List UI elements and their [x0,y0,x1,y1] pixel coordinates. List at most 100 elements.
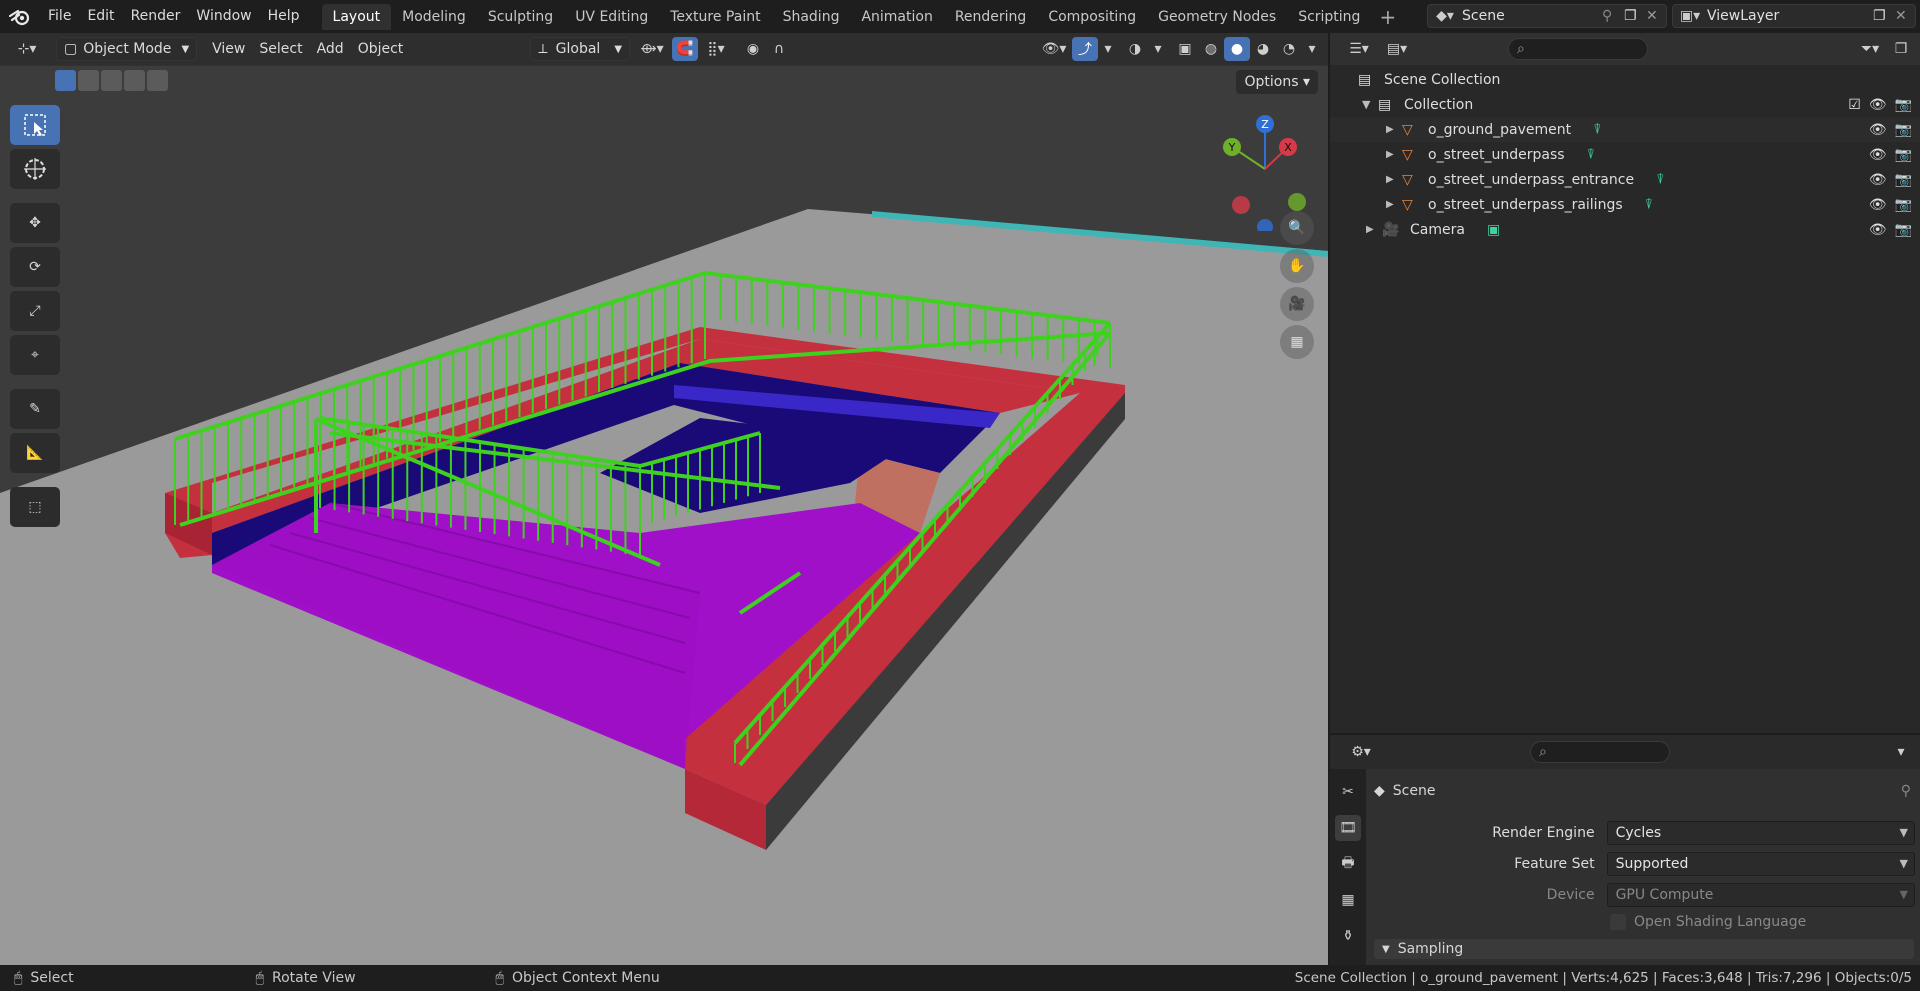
outliner-search-input[interactable]: ⌕ [1508,38,1648,60]
expand-arrow-icon[interactable]: ▼ [1362,98,1378,111]
menu-window[interactable]: Window [188,0,259,33]
tab-texture-paint[interactable]: Texture Paint [659,4,771,30]
menu-file[interactable]: File [40,0,79,33]
chevron-down-icon[interactable]: ▾ [1302,37,1322,61]
tab-shading[interactable]: Shading [772,4,851,30]
render-camera-icon[interactable]: 📷 [1895,197,1912,213]
chevron-down-icon[interactable]: ▾ [1098,37,1118,61]
eye-icon[interactable]: 👁 [1869,172,1887,188]
select-new-icon[interactable] [55,70,76,91]
new-scene-icon[interactable]: ❐ [1624,8,1646,24]
expand-arrow-icon[interactable]: ▶ [1366,224,1382,235]
select-intersect-icon[interactable] [147,70,168,91]
properties-editor-icon[interactable]: ⚙▾ [1342,740,1380,764]
eye-icon[interactable]: 👁 [1869,97,1887,113]
snap-toggle-icon[interactable]: 🧲 [672,37,699,61]
properties-search-input[interactable]: ⌕ [1530,741,1670,763]
eye-icon[interactable]: 👁 [1869,147,1887,163]
tab-animation[interactable]: Animation [850,4,943,30]
navigation-gizmo[interactable]: Z Y X [1218,111,1328,235]
proportional-edit-icon[interactable]: ◉ [740,37,766,61]
outliner-row-scene-collection[interactable]: ▤ Scene Collection [1330,67,1920,92]
pan-hand-icon[interactable]: ✋ [1280,249,1314,283]
material-shading-icon[interactable]: ◕ [1250,37,1276,61]
rendered-shading-icon[interactable]: ◔ [1276,37,1302,61]
sampling-panel-header[interactable]: ▼ Sampling [1374,939,1914,959]
render-camera-icon[interactable]: 📷 [1895,97,1912,113]
expand-arrow-icon[interactable]: ▶ [1386,124,1402,135]
tab-uv-editing[interactable]: UV Editing [564,4,659,30]
options-button[interactable]: Options ▾ [1236,70,1318,94]
expand-arrow-icon[interactable]: ▶ [1386,149,1402,160]
cursor-tool-icon[interactable] [10,149,60,189]
xray-icon[interactable]: ▣ [1172,37,1198,61]
menu-select[interactable]: Select [252,37,309,61]
mode-selector[interactable]: ▢ Object Mode ▼ [56,37,198,61]
menu-edit[interactable]: Edit [79,0,122,33]
eye-icon[interactable]: 👁 [1869,197,1887,213]
feature-set-select[interactable]: Supported ▼ [1606,852,1915,876]
render-camera-icon[interactable]: 📷 [1895,222,1912,238]
device-select[interactable]: GPU Compute ▼ [1606,883,1915,907]
annotate-tool-icon[interactable]: ✎ [10,389,60,429]
tab-sculpting[interactable]: Sculpting [477,4,564,30]
expand-arrow-icon[interactable]: ▶ [1386,174,1402,185]
render-engine-select[interactable]: Cycles ▼ [1606,821,1915,845]
render-properties-icon[interactable]: 🎞 [1335,815,1361,841]
eye-icon[interactable]: 👁 [1869,222,1887,238]
gizmo-toggle-icon[interactable]: ⤴ [1072,37,1098,61]
scene-selector[interactable]: ◆▾ Scene ⚲ ❐ ✕ [1427,4,1667,28]
select-box-tool-icon[interactable] [10,105,60,145]
wireframe-shading-icon[interactable]: ◍ [1198,37,1224,61]
add-cube-tool-icon[interactable]: ⬚ [10,487,60,527]
pin-icon[interactable]: ⚲ [1901,783,1911,799]
solid-shading-icon[interactable]: ● [1224,37,1250,61]
blender-logo-icon[interactable] [0,0,40,33]
eye-icon[interactable]: 👁 [1869,122,1887,138]
menu-add[interactable]: Add [310,37,351,61]
menu-render[interactable]: Render [123,0,189,33]
rotate-tool-icon[interactable]: ⟳ [10,247,60,287]
scene-properties-icon[interactable]: ⚱ [1335,923,1361,949]
tool-settings-icon[interactable]: ✂ [1335,779,1361,805]
perspective-grid-icon[interactable]: ▦ [1280,325,1314,359]
display-mode-icon[interactable]: ▤▾ [1378,37,1416,61]
menu-view[interactable]: View [205,37,252,61]
add-workspace-icon[interactable]: + [1371,5,1404,29]
transform-orientation[interactable]: ⟂ Global ▼ [530,37,631,61]
output-properties-icon[interactable]: 🖶 [1335,851,1361,877]
outliner-row-object[interactable]: ▶ ▽ o_street_underpass_railings ⍒ 👁 📷 [1330,192,1920,217]
select-invert-icon[interactable] [124,70,145,91]
remove-view-layer-icon[interactable]: ✕ [1895,8,1915,24]
tab-modeling[interactable]: Modeling [391,4,477,30]
falloff-icon[interactable]: ∩ [766,37,792,61]
remove-scene-icon[interactable]: ✕ [1646,8,1666,24]
menu-help[interactable]: Help [260,0,308,33]
tab-layout[interactable]: Layout [321,3,392,30]
scale-tool-icon[interactable]: ⤢ [10,291,60,331]
tab-compositing[interactable]: Compositing [1037,4,1147,30]
outliner-row-camera[interactable]: ▶ 🎥 Camera ▣ 👁 📷 [1330,217,1920,242]
tab-rendering[interactable]: Rendering [944,4,1038,30]
osl-checkbox[interactable] [1610,914,1626,930]
snap-target-icon[interactable]: ⣿▾ [698,37,734,61]
chevron-down-icon[interactable]: ▾ [1888,740,1914,764]
filter-icon[interactable]: ⏷▾ [1852,37,1888,61]
new-view-layer-icon[interactable]: ❐ [1873,8,1895,24]
outliner-row-collection[interactable]: ▼ ▤ Collection ☑ 👁 📷 [1330,92,1920,117]
expand-arrow-icon[interactable]: ▶ [1386,199,1402,210]
chevron-down-icon[interactable]: ▾ [1148,37,1168,61]
select-subtract-icon[interactable] [101,70,122,91]
measure-tool-icon[interactable]: 📐 [10,433,60,473]
view-layer-properties-icon[interactable]: ▦ [1335,887,1361,913]
select-extend-icon[interactable] [78,70,99,91]
pin-icon[interactable]: ⚲ [1602,8,1624,24]
render-camera-icon[interactable]: 📷 [1895,147,1912,163]
render-camera-icon[interactable]: 📷 [1895,122,1912,138]
tab-scripting[interactable]: Scripting [1287,4,1371,30]
move-tool-icon[interactable]: ✥ [10,203,60,243]
view-layer-selector[interactable]: ▣▾ ViewLayer ❐ ✕ [1672,4,1916,28]
tab-geometry-nodes[interactable]: Geometry Nodes [1147,4,1287,30]
pivot-icon[interactable]: ⟴▾ [634,37,670,61]
render-camera-icon[interactable]: 📷 [1895,172,1912,188]
